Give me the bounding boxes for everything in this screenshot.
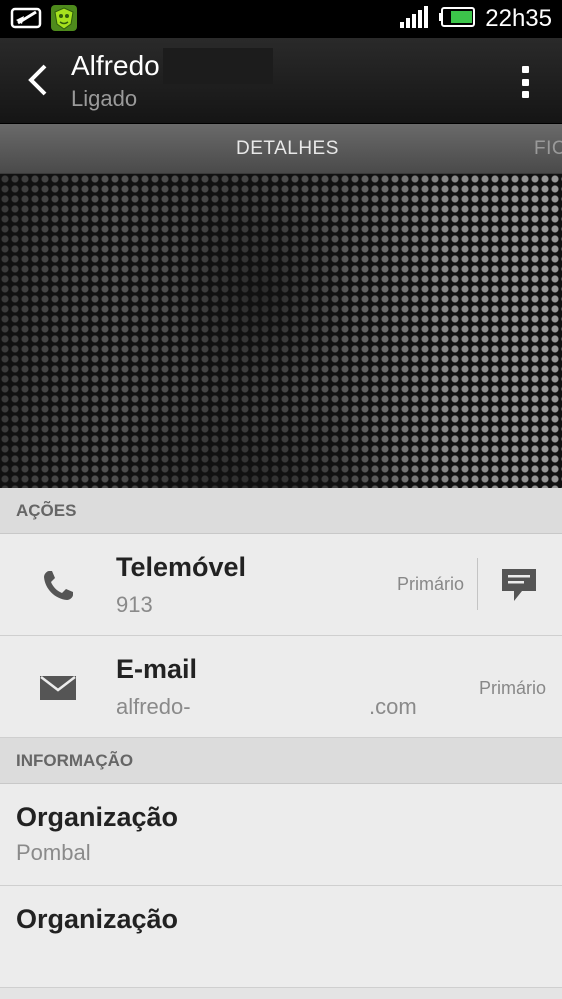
overflow-menu-button[interactable] [510,62,540,102]
menu-dot [521,78,529,86]
contact-name: Alfredo [71,50,160,81]
organization-row[interactable]: Organização Pombal [0,784,562,886]
tab-detalhes[interactable]: DETALHES [236,124,339,174]
phone-icon [38,566,78,606]
section-header-actions: AÇÕES [0,488,562,534]
menu-dot [521,91,529,98]
organization-row[interactable]: Organização [0,886,562,988]
send-message-button[interactable] [494,562,544,608]
email-domain-suffix: .com [369,694,417,719]
list-end-strip [0,988,562,999]
shield-app-icon [50,4,78,37]
action-bar: Alfredo Ligado [0,38,562,124]
message-icon [502,569,536,601]
tab-bar: DETALHES FIC [0,124,562,174]
battery-icon [439,6,476,32]
clock: 22h35 [485,5,552,32]
organization-value: Pombal [16,840,91,865]
signal-icon [399,5,429,34]
envelope-icon [38,668,78,708]
system-icons: 22h35 [399,4,552,34]
phone-number: 913 [116,592,153,617]
email-row[interactable]: E-mail alfredo- .com Primário [0,636,562,738]
menu-dot [521,66,529,73]
section-header-info: INFORMAÇÃO [0,738,562,784]
phone-row[interactable]: Telemóvel 913 Primário [0,534,562,636]
email-primary-badge: Primário [478,678,546,698]
feed-icon [10,6,44,35]
organization-label: Organização [16,802,179,832]
notification-icons [10,4,78,37]
email-address: alfredo- [116,694,191,719]
contact-title-block: Alfredo Ligado [71,50,160,114]
back-arrow-icon [28,64,47,96]
email-label: E-mail [116,654,198,684]
status-bar: 22h35 [0,0,562,38]
redacted-surname [163,48,273,84]
phone-primary-badge: Primário [396,574,464,594]
organization-label: Organização [16,904,179,934]
back-button[interactable] [16,58,60,102]
contact-status: Ligado [71,86,138,111]
phone-label: Telemóvel [116,552,247,582]
divider [477,558,478,610]
tab-next[interactable]: FIC [534,124,562,174]
contact-photo[interactable] [0,174,562,488]
